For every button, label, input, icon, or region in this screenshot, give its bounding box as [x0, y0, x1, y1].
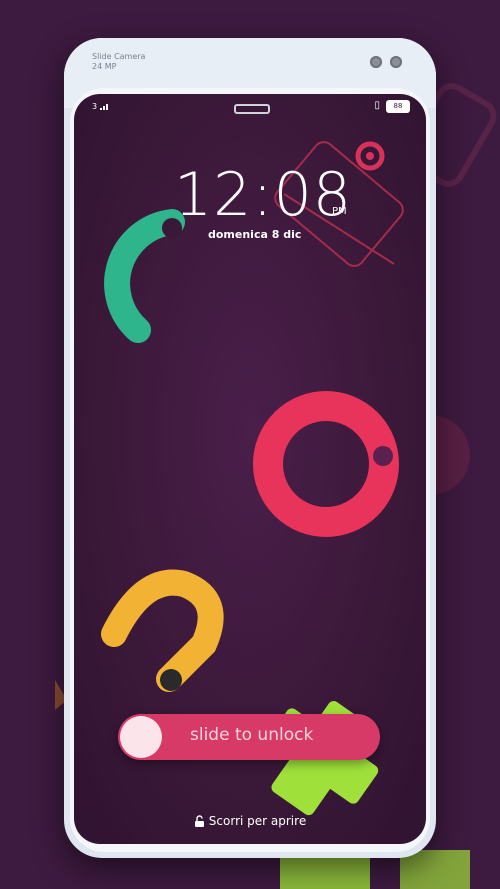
date: domenica 8 dic — [208, 228, 302, 241]
camera-notch — [234, 104, 270, 114]
signal-label: 3 — [92, 102, 98, 111]
camera-label-line2: 24 MP — [92, 62, 117, 71]
green-arc — [104, 209, 185, 343]
red-ring — [253, 391, 399, 537]
battery-icon: 88 — [386, 100, 410, 113]
unlock-icon — [194, 815, 204, 827]
battery-level: 88 — [393, 102, 403, 110]
swipe-hint-label: Scorri per aprire — [208, 814, 307, 828]
clock: 12:08 — [174, 160, 352, 230]
slide-to-unlock[interactable]: slide to unlock — [118, 714, 380, 760]
signal-icon: 3 — [92, 102, 110, 111]
slider-knob[interactable] — [120, 716, 162, 758]
camera-label-line1: Slide Camera — [92, 52, 146, 61]
slider-label: slide to unlock — [190, 725, 314, 745]
clock-ampm: PM — [332, 206, 347, 217]
camera-label: Slide Camera 24 MP — [92, 52, 145, 72]
yellow-arc — [101, 569, 224, 692]
lock-screen[interactable]: 3 ▯ 88 12:08 PM domenica 8 dic slide to … — [74, 94, 426, 844]
camera-lens-icon — [390, 56, 402, 68]
vibrate-icon: ▯ — [374, 100, 380, 111]
swipe-hint[interactable]: Scorri per aprire — [74, 814, 426, 828]
camera-lens-icon — [370, 56, 382, 68]
